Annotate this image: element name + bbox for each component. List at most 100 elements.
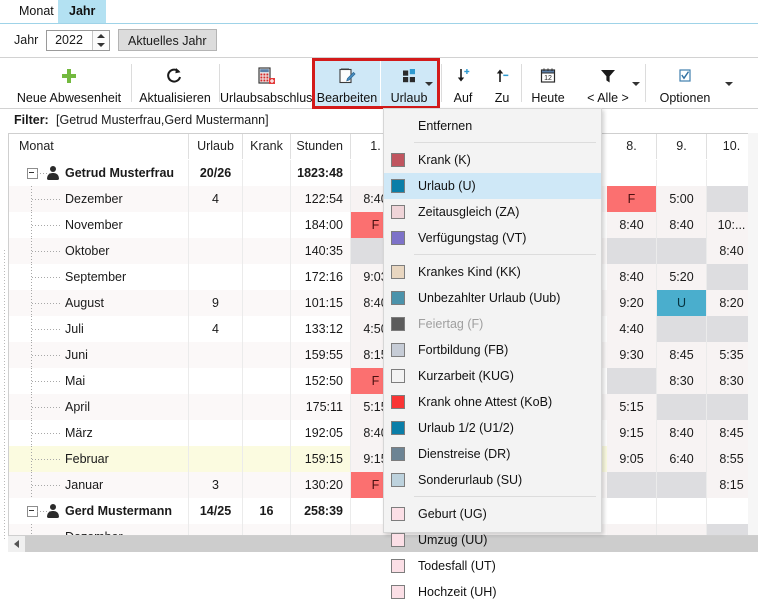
menu-item-hochzeit-uh[interactable]: Hochzeit (UH)	[384, 579, 601, 605]
grid-cell-urlaub[interactable]	[189, 212, 243, 238]
grid-cell-urlaub[interactable]: 20/26	[189, 160, 243, 186]
tab-jahr[interactable]: Jahr	[58, 0, 106, 23]
menu-item-todesfall-ut[interactable]: Todesfall (UT)	[384, 553, 601, 579]
grid-cell-stunden[interactable]: 159:15	[291, 446, 351, 472]
grid-header-cell-monat[interactable]: Monat	[9, 134, 189, 159]
grid-cell-urlaub[interactable]	[189, 342, 243, 368]
grid-cell-d8[interactable]: 9:15	[607, 420, 657, 446]
grid-cell-d9[interactable]: 6:40	[657, 446, 707, 472]
grid-cell-monat[interactable]: Dezember	[9, 186, 189, 212]
grid-cell-urlaub[interactable]: 3	[189, 472, 243, 498]
grid-cell-monat[interactable]: Oktober	[9, 238, 189, 264]
grid-cell-krank[interactable]	[243, 238, 291, 264]
current-year-button[interactable]: Aktuelles Jahr	[118, 29, 217, 51]
grid-cell-krank[interactable]: 16	[243, 498, 291, 524]
toolbar-button-bearbeiten[interactable]: Bearbeiten	[314, 58, 380, 108]
grid-cell-krank[interactable]	[243, 394, 291, 420]
grid-cell-stunden[interactable]: 184:00	[291, 212, 351, 238]
grid-header-cell-stunden[interactable]: Stunden	[291, 134, 351, 159]
grid-cell-krank[interactable]	[243, 186, 291, 212]
toolbar-button-neue-abwesenheit[interactable]: Neue Abwesenheit	[8, 58, 130, 108]
grid-cell-stunden[interactable]: 258:39	[291, 498, 351, 524]
grid-cell-stunden[interactable]: 140:35	[291, 238, 351, 264]
grid-header-cell-krank[interactable]: Krank	[243, 134, 291, 159]
grid-cell-stunden[interactable]: 1823:48	[291, 160, 351, 186]
grid-cell-krank[interactable]	[243, 368, 291, 394]
year-spinner[interactable]: 2022	[46, 30, 110, 51]
grid-cell-krank[interactable]	[243, 160, 291, 186]
grid-cell-urlaub[interactable]: 14/25	[189, 498, 243, 524]
grid-cell-monat[interactable]: September	[9, 264, 189, 290]
grid-cell-krank[interactable]	[243, 472, 291, 498]
tab-monat[interactable]: Monat	[8, 0, 65, 23]
grid-cell-krank[interactable]	[243, 524, 291, 535]
grid-cell-urlaub[interactable]	[189, 264, 243, 290]
toolbar-button-auf[interactable]: Auf	[444, 58, 482, 108]
menu-item-zeitausgleich-za[interactable]: Zeitausgleich (ZA)	[384, 199, 601, 225]
grid-cell-monat[interactable]: Januar	[9, 472, 189, 498]
grid-cell-stunden[interactable]: 101:15	[291, 290, 351, 316]
menu-item-kurzarbeit-kug[interactable]: Kurzarbeit (KUG)	[384, 363, 601, 389]
grid-cell-d9[interactable]: 8:30	[657, 368, 707, 394]
grid-cell-stunden[interactable]: 152:50	[291, 368, 351, 394]
grid-cell-monat[interactable]: Juli	[9, 316, 189, 342]
grid-cell-stunden[interactable]: 130:20	[291, 472, 351, 498]
grid-cell-d8[interactable]: 8:40	[607, 212, 657, 238]
grid-cell-d8[interactable]: 9:30	[607, 342, 657, 368]
toolbar-button-zu[interactable]: Zu	[484, 58, 520, 108]
grid-cell-d8[interactable]: 5:15	[607, 394, 657, 420]
grid-cell-d8[interactable]	[607, 498, 657, 524]
menu-item-entfernen[interactable]: Entfernen	[384, 113, 601, 139]
menu-item-sonderurlaub-su[interactable]: Sonderurlaub (SU)	[384, 467, 601, 493]
grid-cell-stunden[interactable]: 159:55	[291, 342, 351, 368]
toolbar-button-urlaub[interactable]: Urlaub	[381, 58, 437, 108]
grid-cell-d9[interactable]	[657, 316, 707, 342]
grid-cell-urlaub[interactable]	[189, 420, 243, 446]
grid-cell-d8[interactable]	[607, 524, 657, 535]
grid-cell-d9[interactable]: 8:40	[657, 212, 707, 238]
grid-cell-krank[interactable]	[243, 264, 291, 290]
grid-cell-d8[interactable]: F	[607, 186, 657, 212]
grid-cell-d9[interactable]: 5:20	[657, 264, 707, 290]
spinner-down-icon[interactable]	[97, 43, 105, 47]
grid-cell-d9[interactable]: 5:00	[657, 186, 707, 212]
grid-cell-monat[interactable]: Dezember	[9, 524, 189, 535]
chevron-down-icon[interactable]	[425, 82, 433, 86]
chevron-down-icon[interactable]	[725, 82, 733, 86]
grid-cell-monat[interactable]: Juni	[9, 342, 189, 368]
toolbar-button-urlaubsabschluss[interactable]: Urlaubsabschluss	[220, 58, 312, 108]
menu-item-feiertag-f[interactable]: Feiertag (F)	[384, 311, 601, 337]
menu-item-unbezahlter-urlaub-uub[interactable]: Unbezahlter Urlaub (Uub)	[384, 285, 601, 311]
grid-header-cell-d8[interactable]: 8.	[607, 134, 657, 159]
grid-cell-krank[interactable]	[243, 290, 291, 316]
grid-cell-stunden[interactable]: 122:54	[291, 186, 351, 212]
year-value[interactable]: 2022	[47, 31, 91, 50]
menu-item-krank-k[interactable]: Krank (K)	[384, 147, 601, 173]
grid-cell-d8[interactable]	[607, 238, 657, 264]
grid-cell-d9[interactable]	[657, 238, 707, 264]
grid-cell-krank[interactable]	[243, 446, 291, 472]
menu-item-umzug-uu[interactable]: Umzug (UU)	[384, 527, 601, 553]
grid-header-cell-d9[interactable]: 9.	[657, 134, 707, 159]
grid-cell-urlaub[interactable]	[189, 368, 243, 394]
grid-cell-urlaub[interactable]	[189, 394, 243, 420]
menu-item-geburt-ug[interactable]: Geburt (UG)	[384, 501, 601, 527]
grid-cell-krank[interactable]	[243, 316, 291, 342]
vertical-scrollbar[interactable]	[748, 133, 758, 535]
grid-cell-stunden[interactable]: 133:12	[291, 316, 351, 342]
menu-item-verf-gungstag-vt[interactable]: Verfügungstag (VT)	[384, 225, 601, 251]
grid-cell-d8[interactable]: 4:40	[607, 316, 657, 342]
grid-cell-d8[interactable]: 9:20	[607, 290, 657, 316]
grid-cell-d9[interactable]	[657, 524, 707, 535]
grid-cell-urlaub[interactable]: 4	[189, 316, 243, 342]
toolbar-button-alle-filter[interactable]: < Alle >	[575, 58, 641, 108]
grid-cell-stunden[interactable]	[291, 524, 351, 535]
menu-item-krank-ohne-attest-kob[interactable]: Krank ohne Attest (KoB)	[384, 389, 601, 415]
grid-cell-urlaub[interactable]: 9	[189, 290, 243, 316]
toolbar-button-heute[interactable]: 12 Heute	[523, 58, 573, 108]
grid-cell-krank[interactable]	[243, 420, 291, 446]
grid-cell-d9[interactable]: 8:40	[657, 420, 707, 446]
grid-cell-stunden[interactable]: 175:11	[291, 394, 351, 420]
grid-cell-monat[interactable]: Februar	[9, 446, 189, 472]
menu-item-fortbildung-fb[interactable]: Fortbildung (FB)	[384, 337, 601, 363]
